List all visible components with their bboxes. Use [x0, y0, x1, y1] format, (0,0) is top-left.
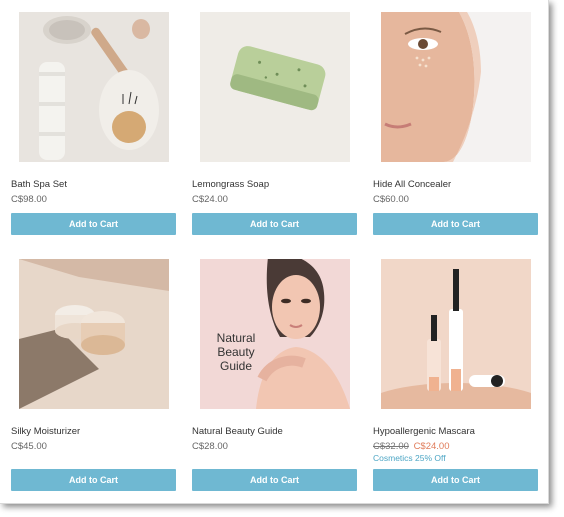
product-card: Lemongrass Soap C$24.00 Add to Cart — [192, 12, 357, 237]
sale-price: C$24.00 — [413, 441, 450, 452]
product-card: Hypoallergenic Mascara C$32.00 C$24.00 C… — [373, 259, 538, 494]
product-card: Hide All Concealer C$60.00 Add to Cart — [373, 12, 538, 237]
product-name[interactable]: Natural Beauty Guide — [192, 426, 362, 437]
add-to-cart-button[interactable]: Add to Cart — [11, 469, 176, 491]
product-gallery: Bath Spa Set C$98.00 Add to Cart Lemongr… — [0, 0, 549, 504]
promo-label: Cosmetics 25% Off — [373, 453, 446, 463]
product-image-natural-beauty-guide[interactable]: Natural Beauty Guide — [200, 259, 350, 409]
product-card: Bath Spa Set C$98.00 Add to Cart — [11, 12, 176, 237]
add-to-cart-button[interactable]: Add to Cart — [373, 469, 538, 491]
add-to-cart-button[interactable]: Add to Cart — [192, 213, 357, 235]
product-price: C$45.00 — [11, 441, 47, 452]
product-price: C$28.00 — [192, 441, 228, 452]
book-cover-title: Natural Beauty Guide — [216, 331, 256, 373]
product-image-lemongrass-soap[interactable] — [200, 12, 350, 162]
original-price: C$32.00 — [373, 441, 409, 452]
product-image-hypoallergenic-mascara[interactable] — [381, 259, 531, 409]
product-name[interactable]: Lemongrass Soap — [192, 179, 362, 190]
product-price: C$60.00 — [373, 194, 409, 205]
product-name[interactable]: Silky Moisturizer — [11, 426, 181, 437]
product-image-bath-spa-set[interactable] — [19, 12, 169, 162]
product-image-silky-moisturizer[interactable] — [19, 259, 169, 409]
add-to-cart-button[interactable]: Add to Cart — [11, 213, 176, 235]
add-to-cart-button[interactable]: Add to Cart — [192, 469, 357, 491]
product-name[interactable]: Bath Spa Set — [11, 179, 181, 190]
product-price: C$98.00 — [11, 194, 47, 205]
add-to-cart-button[interactable]: Add to Cart — [373, 213, 538, 235]
product-price: C$24.00 — [192, 194, 228, 205]
product-card: Natural Beauty Guide Natural Beauty Guid… — [192, 259, 357, 494]
product-price: C$32.00 C$24.00 — [373, 441, 449, 452]
product-image-hide-all-concealer[interactable] — [381, 12, 531, 162]
product-name[interactable]: Hypoallergenic Mascara — [373, 426, 543, 437]
product-card: Silky Moisturizer C$45.00 Add to Cart — [11, 259, 176, 494]
product-name[interactable]: Hide All Concealer — [373, 179, 543, 190]
